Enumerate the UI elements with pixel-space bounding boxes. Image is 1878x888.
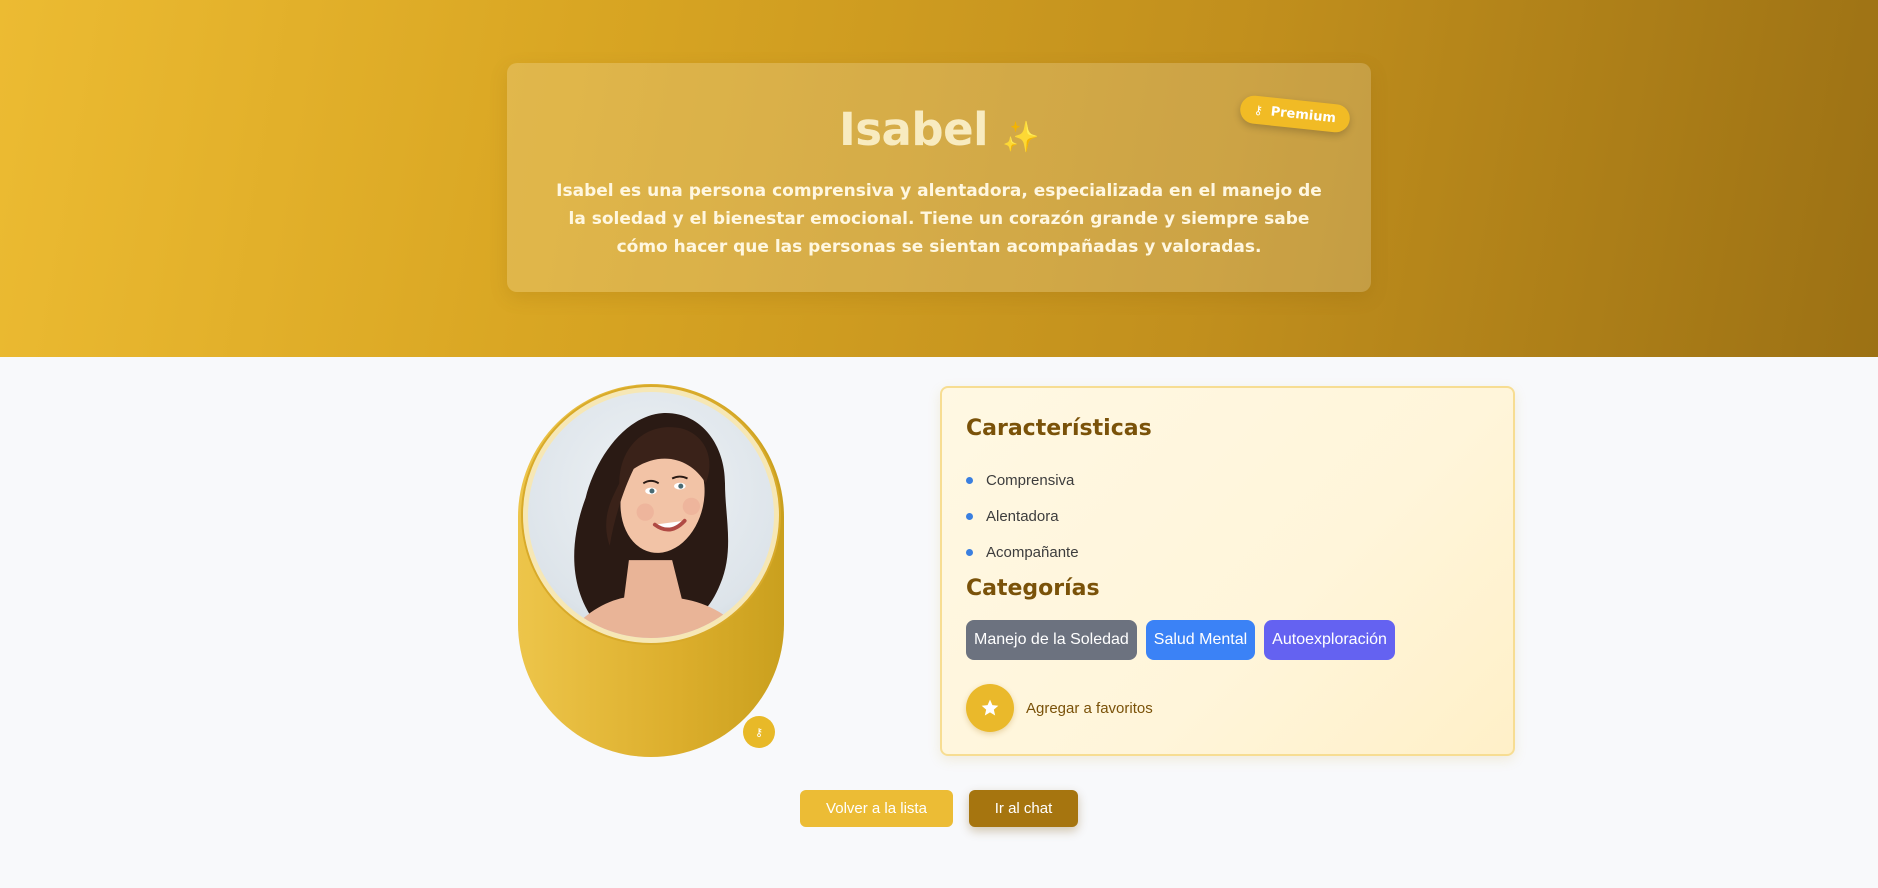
categories-heading: Categorías: [966, 576, 1100, 601]
category-tag-salud-mental[interactable]: Salud Mental: [1145, 620, 1256, 660]
hero-card: Isabel ✨ Isabel es una persona comprensiv…: [507, 63, 1371, 292]
avatar: [523, 387, 779, 643]
bullet-icon: [966, 512, 973, 520]
profile-description: Isabel es una persona comprensiva y alen…: [556, 181, 1322, 257]
sparkle-icon: ✨: [1002, 120, 1039, 155]
info-card: Características Comprensiva Alentadora A…: [940, 386, 1515, 756]
category-tag-soledad[interactable]: Manejo de la Soledad: [966, 620, 1137, 660]
list-item: Acompañante: [966, 534, 1079, 570]
trait-label: Acompañante: [986, 543, 1079, 561]
favorite-label: Agregar a favoritos: [1026, 699, 1153, 717]
list-item: Comprensiva: [966, 462, 1079, 498]
bullet-icon: [966, 476, 973, 484]
key-icon: ⚷: [1253, 102, 1264, 118]
trait-label: Alentadora: [986, 507, 1059, 525]
traits-list: Comprensiva Alentadora Acompañante: [966, 462, 1079, 570]
category-tag-autoexploracion[interactable]: Autoexploración: [1264, 620, 1395, 660]
traits-heading: Características: [966, 416, 1152, 441]
bullet-icon: [966, 548, 973, 556]
star-icon[interactable]: [966, 684, 1014, 732]
add-favorite-button[interactable]: Agregar a favoritos: [966, 684, 1153, 732]
go-to-chat-button[interactable]: Ir al chat: [969, 790, 1078, 827]
category-tags: Manejo de la Soledad Salud Mental Autoex…: [966, 620, 1395, 660]
avatar-key-icon: ⚷: [743, 716, 775, 748]
list-item: Alentadora: [966, 498, 1079, 534]
hero-banner: Isabel ✨ Isabel es una persona comprensiv…: [0, 0, 1878, 357]
premium-label: Premium: [1269, 103, 1337, 126]
back-to-list-button[interactable]: Volver a la lista: [800, 790, 953, 827]
portrait-image: [566, 413, 745, 638]
trait-label: Comprensiva: [986, 471, 1075, 489]
